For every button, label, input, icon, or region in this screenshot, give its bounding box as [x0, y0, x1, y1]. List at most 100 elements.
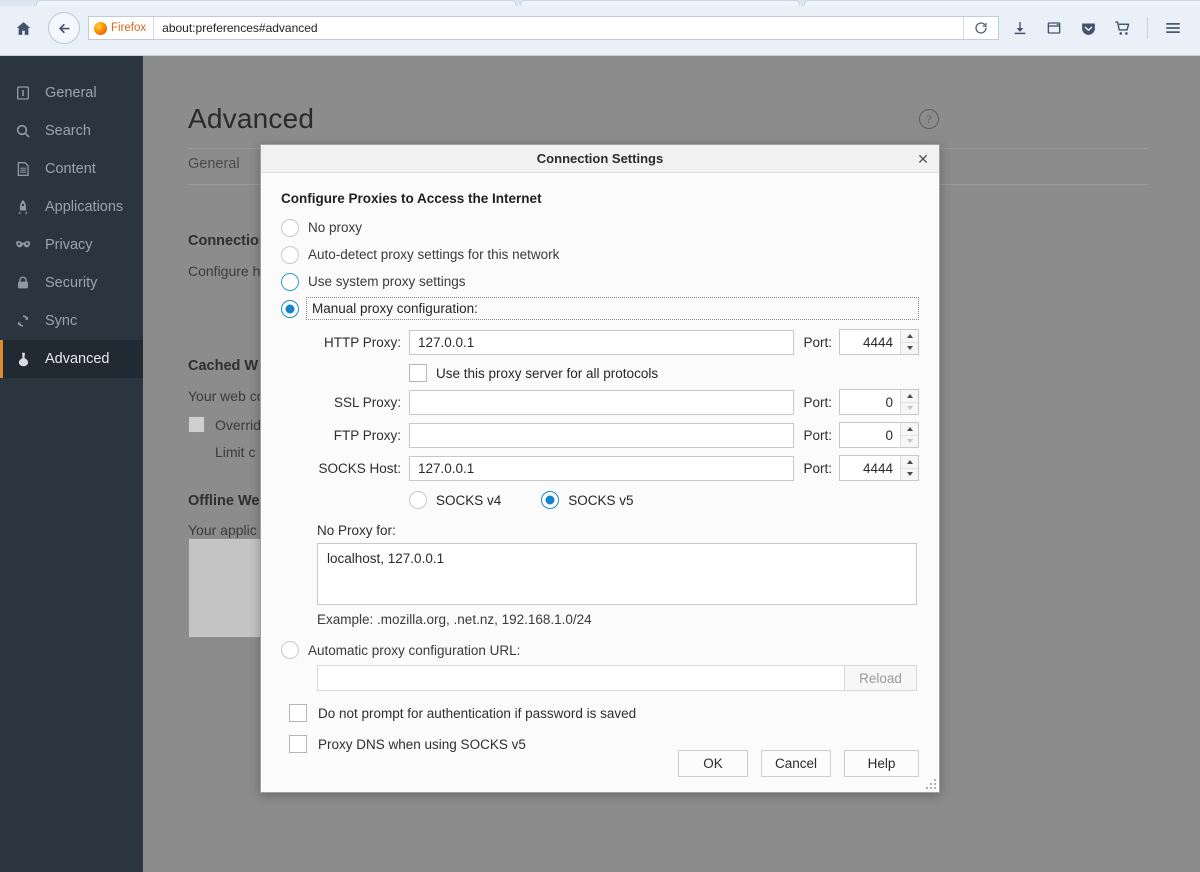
privacy-mask-icon — [14, 236, 32, 254]
stepper-down-icon[interactable] — [901, 468, 918, 481]
page-title: Advanced — [188, 103, 314, 135]
stepper-down-icon — [901, 402, 918, 415]
ftp-proxy-input[interactable] — [409, 423, 794, 448]
sidebar-item-label: Security — [45, 275, 97, 291]
radio-auto-detect[interactable]: Auto-detect proxy settings for this netw… — [281, 241, 919, 268]
close-icon[interactable]: ✕ — [915, 151, 931, 167]
cancel-button[interactable]: Cancel — [761, 750, 831, 777]
field-row-socks-host: SOCKS Host: 127.0.0.1 Port: 4444 — [281, 455, 919, 481]
ssl-port-label: Port: — [794, 395, 839, 410]
home-icon[interactable] — [8, 13, 38, 43]
section-heading-cached: Cached W — [188, 358, 258, 374]
resize-grip[interactable] — [925, 778, 936, 789]
sidebar-item-applications[interactable]: Applications — [0, 188, 143, 226]
socks-port-value[interactable]: 4444 — [840, 456, 900, 480]
stepper-up-icon[interactable] — [901, 330, 918, 342]
ssl-port-stepper[interactable]: 0 — [839, 389, 919, 415]
radio-button — [281, 300, 299, 318]
identity-box[interactable]: Firefox — [89, 17, 154, 39]
downloads-icon[interactable] — [1005, 13, 1035, 43]
help-button[interactable]: Help — [844, 750, 919, 777]
ssl-proxy-input[interactable] — [409, 390, 794, 415]
pac-url-input[interactable] — [317, 665, 845, 691]
sidebar-item-advanced[interactable]: Advanced — [0, 340, 143, 378]
dialog-button-row: OK Cancel Help — [678, 750, 919, 777]
ftp-proxy-label: FTP Proxy: — [281, 428, 409, 443]
url-text[interactable]: about:preferences#advanced — [154, 17, 963, 39]
sidebar-item-content[interactable]: Content — [0, 150, 143, 188]
ok-button[interactable]: OK — [678, 750, 748, 777]
socks-port-label: Port: — [794, 461, 839, 476]
reload-icon[interactable] — [963, 17, 998, 39]
ssl-port-value[interactable]: 0 — [840, 390, 900, 414]
checkbox-box — [188, 416, 205, 433]
checkbox-label: Do not prompt for authentication if pass… — [318, 706, 636, 721]
http-port-value[interactable]: 4444 — [840, 330, 900, 354]
http-proxy-input[interactable]: 127.0.0.1 — [409, 330, 794, 355]
cart-icon[interactable] — [1107, 13, 1137, 43]
no-proxy-textarea[interactable]: localhost, 127.0.0.1 — [317, 543, 917, 605]
identity-label: Firefox — [111, 22, 146, 34]
sidebar-item-label: Content — [45, 161, 96, 177]
radio-socks-v5[interactable] — [541, 491, 559, 509]
section-text-cached: Your web co — [188, 388, 265, 404]
sidebar-item-security[interactable]: Security — [0, 264, 143, 302]
socks-port-stepper[interactable]: 4444 — [839, 455, 919, 481]
sidebar-item-privacy[interactable]: Privacy — [0, 226, 143, 264]
hamburger-menu-icon[interactable] — [1158, 13, 1188, 43]
connection-settings-dialog: Connection Settings ✕ Configure Proxies … — [260, 144, 940, 793]
stepper-down-icon — [901, 435, 918, 448]
checkbox-no-auth-prompt[interactable]: Do not prompt for authentication if pass… — [289, 704, 919, 722]
radio-label: Manual proxy configuration: — [306, 297, 919, 320]
radio-label: Use system proxy settings — [308, 274, 466, 289]
checkbox-override-cache[interactable]: Overrid — [188, 416, 261, 433]
checkbox-box — [409, 364, 427, 382]
socks-host-label: SOCKS Host: — [281, 461, 409, 476]
navigation-toolbar: Firefox about:preferences#advanced — [0, 6, 1200, 50]
http-proxy-label: HTTP Proxy: — [281, 335, 409, 350]
back-button[interactable] — [48, 12, 80, 44]
radio-automatic-proxy-url[interactable]: Automatic proxy configuration URL: — [281, 641, 919, 659]
sidebar-item-label: Sync — [45, 313, 77, 329]
ftp-port-label: Port: — [794, 428, 839, 443]
prefs-tab-row: General — [188, 156, 240, 172]
socks-v5-label: SOCKS v5 — [568, 493, 633, 508]
radio-button — [281, 641, 299, 659]
socks-v4-label: SOCKS v4 — [436, 493, 501, 508]
ftp-port-stepper[interactable]: 0 — [839, 422, 919, 448]
stepper-arrows — [900, 390, 918, 414]
sync-icon — [14, 312, 32, 330]
radio-manual-proxy[interactable]: Manual proxy configuration: — [281, 295, 919, 322]
checkbox-use-all-protocols[interactable]: Use this proxy server for all protocols — [409, 364, 919, 382]
radio-socks-v4[interactable] — [409, 491, 427, 509]
help-question-icon[interactable]: ? — [919, 109, 939, 129]
sidebar-item-label: Search — [45, 123, 91, 139]
radio-no-proxy[interactable]: No proxy — [281, 214, 919, 241]
stepper-up-icon[interactable] — [901, 390, 918, 402]
stepper-up-icon[interactable] — [901, 456, 918, 468]
advanced-icon — [14, 350, 32, 368]
radio-use-system-proxy[interactable]: Use system proxy settings — [281, 268, 919, 295]
field-row-ssl-proxy: SSL Proxy: Port: 0 — [281, 389, 919, 415]
tab-general[interactable]: General — [188, 156, 240, 172]
checkbox-label: Use this proxy server for all protocols — [436, 366, 658, 381]
toolbar-icons — [1005, 13, 1192, 43]
sidebar-item-general[interactable]: General — [0, 74, 143, 112]
http-port-stepper[interactable]: 4444 — [839, 329, 919, 355]
search-icon — [14, 122, 32, 140]
pac-url-row: Reload — [317, 665, 917, 691]
library-icon[interactable] — [1039, 13, 1069, 43]
dialog-body: Configure Proxies to Access the Internet… — [261, 173, 939, 753]
content-icon — [14, 160, 32, 178]
reload-button[interactable]: Reload — [845, 665, 917, 691]
pocket-icon[interactable] — [1073, 13, 1103, 43]
stepper-up-icon[interactable] — [901, 423, 918, 435]
socks-host-input[interactable]: 127.0.0.1 — [409, 456, 794, 481]
sidebar-item-sync[interactable]: Sync — [0, 302, 143, 340]
stepper-down-icon[interactable] — [901, 342, 918, 355]
url-bar[interactable]: Firefox about:preferences#advanced — [88, 16, 999, 40]
field-row-http-proxy: HTTP Proxy: 127.0.0.1 Port: 4444 — [281, 329, 919, 355]
sidebar-item-search[interactable]: Search — [0, 112, 143, 150]
ftp-port-value[interactable]: 0 — [840, 423, 900, 447]
sidebar-item-label: Advanced — [45, 351, 110, 367]
